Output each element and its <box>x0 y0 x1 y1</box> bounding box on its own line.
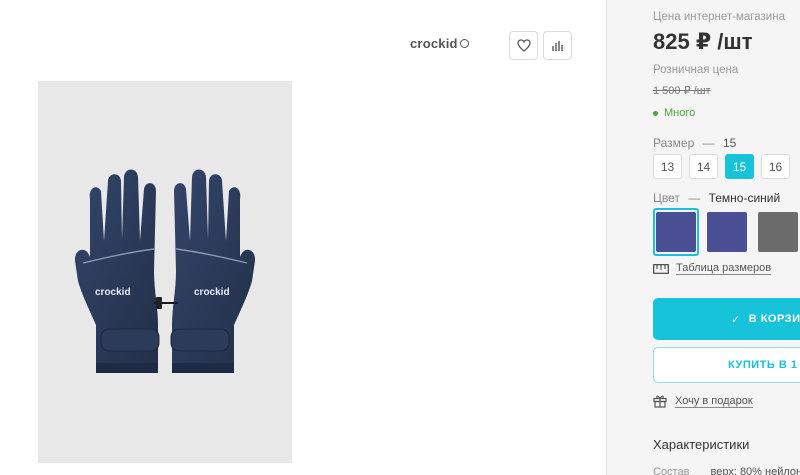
brand-mark-icon <box>459 39 469 48</box>
color-heading: Цвет — Темно-синий <box>653 191 780 205</box>
color-swatches <box>653 208 800 256</box>
size-dash: — <box>702 136 715 150</box>
size-option-16[interactable]: 16 <box>761 154 790 179</box>
brand-name: crockid <box>410 36 458 51</box>
characteristic-label: Состав <box>653 466 690 475</box>
bar-chart-icon <box>552 40 563 51</box>
color-dash: — <box>688 191 701 205</box>
stock-status: Много <box>653 107 695 119</box>
online-price-label: Цена интернет-магазина <box>653 11 785 23</box>
size-option-14[interactable]: 14 <box>689 154 718 179</box>
right-glove: crockid <box>170 169 256 373</box>
size-option-13[interactable]: 13 <box>653 154 682 179</box>
product-info-panel: Цена интернет-магазина 825 ₽ /шт Розничн… <box>653 0 800 475</box>
size-options: 13 14 15 16 <box>653 154 790 179</box>
size-table-link[interactable]: Таблица размеров <box>653 262 772 275</box>
favorite-button[interactable] <box>509 31 538 60</box>
characteristics-row: Состав верх: 80% нейлон <box>653 466 800 475</box>
product-gallery-panel: crockid crockid crockid <box>0 0 607 475</box>
color-swatch-1[interactable] <box>653 208 699 256</box>
check-icon: ✓ <box>731 313 741 326</box>
color-label: Цвет <box>653 191 680 205</box>
size-heading: Размер — 15 <box>653 136 736 150</box>
add-to-cart-button[interactable]: ✓ В КОРЗИНУ <box>653 298 800 340</box>
buy-one-click-button[interactable]: КУПИТЬ В 1 КЛИК <box>653 347 800 383</box>
svg-text:crockid: crockid <box>95 287 131 298</box>
ruler-icon <box>653 263 669 274</box>
product-photo[interactable]: crockid crockid <box>38 81 292 463</box>
size-option-15[interactable]: 15 <box>725 154 754 179</box>
brand-logo[interactable]: crockid <box>410 36 469 51</box>
characteristic-value: верх: 80% нейлон <box>710 466 800 475</box>
size-selected-value: 15 <box>722 136 737 150</box>
gift-icon <box>653 395 667 408</box>
left-glove: crockid <box>74 169 160 373</box>
color-selected-value: Темно-синий <box>708 191 781 205</box>
retail-price-label: Розничная цена <box>653 64 739 76</box>
gift-text: Хочу в подарок <box>675 394 753 408</box>
online-price: 825 ₽ /шт <box>653 29 753 54</box>
color-swatch-3[interactable] <box>755 208 800 256</box>
color-swatch-2[interactable] <box>704 208 750 256</box>
stock-text: Много <box>664 107 696 119</box>
add-to-cart-label: В КОРЗИНУ <box>748 313 800 325</box>
characteristics-title: Характеристики <box>653 437 750 452</box>
buy-one-click-label: КУПИТЬ В 1 КЛИК <box>728 359 800 371</box>
stock-dot-icon <box>653 110 658 116</box>
size-label: Размер <box>653 136 695 150</box>
retail-price: 1 500 ₽ /шт <box>653 85 711 97</box>
size-table-text: Таблица размеров <box>676 262 772 275</box>
heart-icon <box>516 39 531 52</box>
svg-text:crockid: crockid <box>194 287 230 298</box>
compare-button[interactable] <box>543 31 572 60</box>
gift-link[interactable]: Хочу в подарок <box>653 394 753 408</box>
gloves-illustration: crockid crockid <box>74 169 256 373</box>
